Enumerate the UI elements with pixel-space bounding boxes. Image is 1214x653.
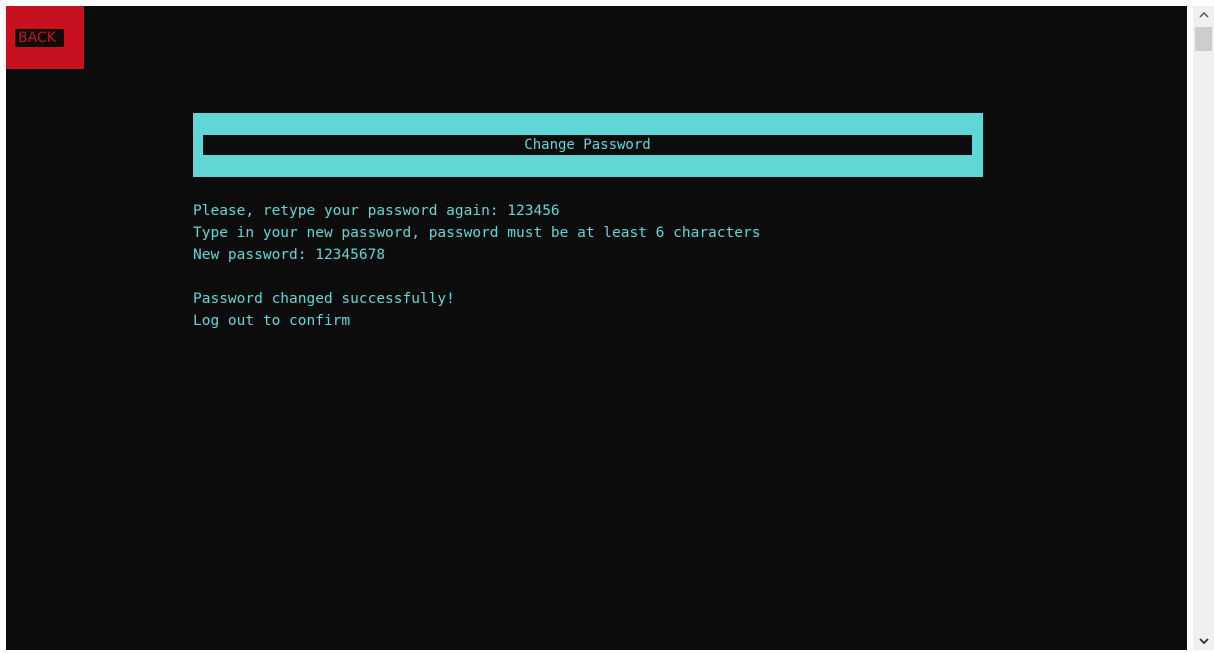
console-line-instructions: Type in your new password, password must… bbox=[193, 225, 761, 241]
console-window: BACK Change Password Please, retype your… bbox=[0, 0, 1214, 653]
console-output: Please, retype your password again: 1234… bbox=[193, 200, 760, 332]
scrollbar-thumb[interactable] bbox=[1195, 27, 1212, 51]
header-banner: Change Password bbox=[193, 113, 983, 177]
console-line-logout: Log out to confirm bbox=[193, 313, 351, 329]
console-line-success: Password changed successfully! bbox=[193, 291, 455, 307]
vertical-scrollbar[interactable] bbox=[1193, 6, 1214, 650]
page-title: Change Password bbox=[203, 135, 972, 155]
console-area: BACK Change Password Please, retype your… bbox=[6, 6, 1187, 650]
console-line-new-password: New password: 12345678 bbox=[193, 247, 386, 263]
chevron-down-icon[interactable] bbox=[1193, 633, 1214, 650]
back-button[interactable]: BACK bbox=[6, 6, 84, 69]
back-button-label: BACK bbox=[15, 29, 64, 47]
console-line-retype: Please, retype your password again: 1234… bbox=[193, 203, 560, 219]
chevron-up-icon[interactable] bbox=[1193, 6, 1214, 23]
